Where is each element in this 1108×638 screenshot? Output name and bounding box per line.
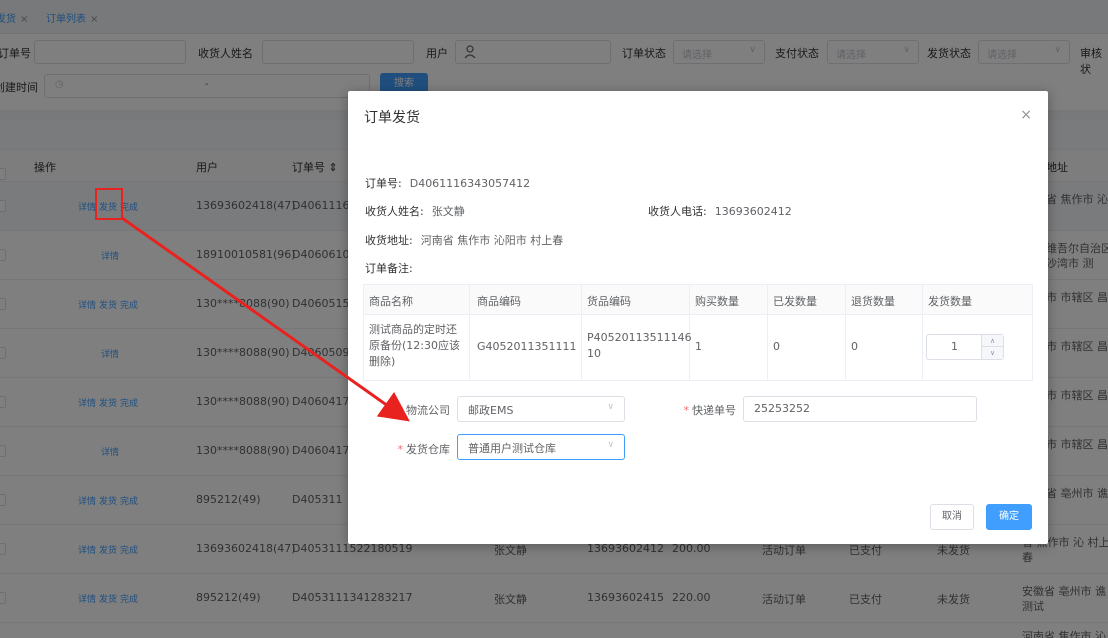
ship-order-dialog: 订单发货 × 订单号: D4061116343057412 收货人姓名: 张文静 收… — [348, 91, 1048, 544]
column-divider — [922, 285, 923, 380]
phone-field: 收货人电话: 13693602412 — [648, 203, 792, 219]
column-divider — [469, 285, 470, 380]
order-no-label: 订单号: — [365, 177, 402, 190]
return-qty: 0 — [851, 340, 858, 353]
remark-field: 订单备注: — [365, 260, 413, 276]
logistics-select[interactable]: 邮政EMS ∨ — [457, 396, 625, 422]
address-field: 收货地址: 河南省 焦作市 沁阳市 村上春 — [365, 232, 563, 248]
logistics-label-text: 物流公司 — [406, 404, 450, 417]
confirm-button[interactable]: 确定 — [986, 504, 1032, 530]
chevron-down-icon: ∨ — [607, 440, 614, 450]
ship-qty-value[interactable]: 1 — [927, 340, 982, 353]
required-mark: * — [397, 443, 404, 456]
goods-header: 已发数量 — [773, 295, 817, 308]
buy-qty: 1 — [695, 340, 702, 353]
dialog-title: 订单发货 — [364, 110, 420, 126]
goods-header: 商品编码 — [477, 295, 521, 308]
required-mark: * — [397, 404, 404, 417]
stepper-buttons: ∧ ∨ — [981, 335, 1003, 359]
remark-label: 订单备注: — [365, 262, 413, 275]
close-icon[interactable]: × — [1020, 107, 1032, 123]
warehouse-label-text: 发货仓库 — [406, 443, 450, 456]
warehouse-label: * 发货仓库 — [378, 441, 451, 457]
cancel-button[interactable]: 取消 — [930, 504, 974, 530]
order-no-value: D4061116343057412 — [409, 177, 531, 190]
warehouse-value: 普通用户测试仓库 — [468, 442, 556, 455]
tracking-label: * 快递单号 — [664, 402, 737, 418]
goods-table: 商品名称 商品编码 货品编码 购买数量 已发数量 退货数量 发货数量 测试商品的… — [363, 284, 1033, 381]
tracking-label-text: 快递单号 — [692, 404, 736, 417]
goods-table-header: 商品名称 商品编码 货品编码 购买数量 已发数量 退货数量 发货数量 — [364, 285, 1032, 315]
shipped-qty: 0 — [773, 340, 780, 353]
logistics-label: * 物流公司 — [378, 402, 451, 418]
receiver-label: 收货人姓名: — [365, 205, 424, 218]
column-divider — [845, 285, 846, 380]
goods-header: 发货数量 — [928, 295, 972, 308]
column-divider — [581, 285, 582, 380]
address-label: 收货地址: — [365, 234, 413, 247]
order-no-field: 订单号: D4061116343057412 — [365, 175, 530, 191]
sku-code: P40520113511146 10 — [587, 331, 692, 360]
goods-header: 购买数量 — [695, 295, 739, 308]
chevron-down-icon[interactable]: ∨ — [982, 347, 1003, 359]
tracking-input[interactable]: 25253252 — [743, 396, 977, 422]
goods-code: G4052011351111 — [477, 340, 577, 353]
column-divider — [767, 285, 768, 380]
tracking-value: 25253252 — [754, 402, 810, 415]
warehouse-select[interactable]: 普通用户测试仓库 ∨ — [457, 434, 625, 460]
receiver-field: 收货人姓名: 张文静 — [365, 203, 465, 219]
required-mark: * — [683, 404, 690, 417]
phone-value: 13693602412 — [714, 205, 792, 218]
receiver-value: 张文静 — [431, 205, 465, 218]
goods-header: 商品名称 — [369, 295, 413, 308]
logistics-value: 邮政EMS — [468, 404, 514, 417]
chevron-down-icon: ∨ — [607, 402, 614, 412]
chevron-up-icon[interactable]: ∧ — [982, 335, 1003, 347]
phone-label: 收货人电话: — [648, 205, 707, 218]
goods-header: 退货数量 — [851, 295, 895, 308]
address-value: 河南省 焦作市 沁阳市 村上春 — [420, 234, 564, 247]
goods-header: 货品编码 — [587, 295, 631, 308]
goods-name: 测试商品的定时还原备份(12:30应该删除) — [369, 323, 460, 368]
ship-qty-stepper[interactable]: 1 ∧ ∨ — [926, 334, 1004, 360]
